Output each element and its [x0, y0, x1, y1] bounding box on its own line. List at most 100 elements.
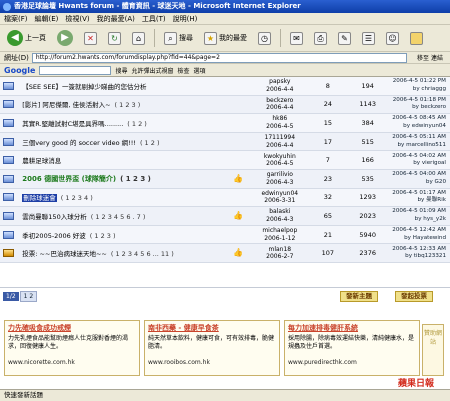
- thread-last-post[interactable]: 2006-4-5 05:11 AM by marcellino511: [388, 134, 450, 149]
- newspaper-watermark: 蘋果日報: [398, 379, 435, 389]
- thread-title[interactable]: 雲尚曼聯150入球分析( 1 2 3 4 5 6 . 7 ): [17, 211, 251, 221]
- thread-title[interactable]: 刪除球迷會( 1 2 3 4 ): [17, 192, 251, 203]
- new-poll-button[interactable]: 發起投票: [395, 291, 433, 302]
- thread-list: 【SEE SEE】一簽就剔掉少睇曲的您估分析 papsky 2006-4-4 8 …: [0, 77, 450, 263]
- google-search-button[interactable]: 搜尋: [115, 66, 127, 75]
- messenger-button[interactable]: ☺: [382, 29, 403, 48]
- ad-url[interactable]: www.puredirecthk.com: [288, 359, 416, 366]
- thread-author[interactable]: garrilivio 2006-4-3: [251, 171, 309, 186]
- thread-author[interactable]: 17111994 2006-4-4: [251, 134, 309, 149]
- thread-last-post[interactable]: 2006-4-5 01:22 PM by chriaggg: [388, 78, 450, 93]
- thread-last-post[interactable]: 2006-4-5 08:45 AM by edwinyun04: [388, 115, 450, 130]
- thread-title[interactable]: 其實R.堅離試射C堪是具界嗎.........( 1 2 ): [17, 118, 251, 128]
- table-row[interactable]: 農耕足球消息 kwokyuhin 2006-4-5 7 166 2006-4-5 …: [0, 151, 450, 170]
- refresh-icon: ↻: [108, 31, 121, 45]
- menu-file[interactable]: 檔案(F): [4, 14, 28, 24]
- page-links[interactable]: 1 2: [19, 290, 38, 302]
- google-search-input[interactable]: [39, 65, 112, 75]
- back-button[interactable]: ◀ 上一頁: [3, 27, 50, 49]
- thread-folder-icon: [0, 151, 17, 169]
- table-row[interactable]: 雲尚曼聯150入球分析( 1 2 3 4 5 6 . 7 ) 👍 balaski…: [0, 207, 450, 226]
- google-check-button[interactable]: 檢查: [177, 66, 189, 75]
- favorites-label: 我的最愛: [219, 34, 247, 42]
- menu-bar: 檔案(F) 編輯(E) 檢視(V) 我的最愛(A) 工具(T) 說明(H): [0, 13, 450, 25]
- thread-last-post[interactable]: 2006-4-5 04:02 AM by vierigoal: [388, 153, 450, 168]
- thread-title[interactable]: [影片] 阿尼傑爾, 佳侯活射入~( 1 2 3 ): [17, 99, 251, 109]
- new-thread-button[interactable]: 發新主題: [340, 291, 378, 302]
- table-row[interactable]: 季初2005-2006 好波( 1 2 3 ) michaelpop 2006-1…: [0, 225, 450, 245]
- thread-last-post[interactable]: 2006-4-5 01:09 AM by hys_y2k: [388, 208, 450, 223]
- ad-title[interactable]: 每力加速排毒健肝系統: [288, 323, 416, 333]
- thread-author[interactable]: balaski 2006-4-3: [251, 208, 309, 223]
- edit-icon: ✎: [338, 31, 351, 45]
- thread-author[interactable]: michaelpop 2006-1-12: [251, 227, 309, 242]
- thread-replies: 24: [323, 100, 332, 109]
- ad-url[interactable]: www.nicorette.com.hk: [8, 359, 136, 366]
- thread-title[interactable]: 季初2005-2006 好波( 1 2 3 ): [17, 230, 251, 240]
- address-input[interactable]: http://forum2.hwants.com/forumdisplay.ph…: [31, 52, 407, 63]
- thread-replies: 17: [323, 137, 332, 146]
- thread-author[interactable]: hk86 2006-4-5: [251, 115, 309, 130]
- menu-help[interactable]: 說明(H): [173, 14, 198, 24]
- table-row[interactable]: [影片] 阿尼傑爾, 佳侯活射入~( 1 2 3 ) beckzero 2006-…: [0, 95, 450, 115]
- ad-text: 純天然草本飲料，健康可食，可有效排毒，脆健脂清。: [148, 335, 275, 350]
- ad-box[interactable]: 力先確吸食成功戒煙 力先乳煙食品能幫助煙癮人仕克服對香煙的渴求，回復健康人生。 …: [4, 320, 140, 376]
- menu-edit[interactable]: 編輯(E): [35, 14, 59, 24]
- google-popups-button[interactable]: 允許彈出式視窗: [131, 66, 173, 75]
- pagination-bar: 1/2 1 2 發新主題 發起投票: [0, 287, 450, 304]
- thread-last-post[interactable]: 2006-4-5 12:33 AM by tibq123321: [388, 246, 450, 261]
- thread-author[interactable]: edwinyun04 2006-3-31: [251, 190, 309, 205]
- table-row[interactable]: 2006 德國世界盃 (球隊簡介)( 1 2 3 ) 👍 garrilivio 2…: [0, 169, 450, 189]
- table-row[interactable]: 【SEE SEE】一簽就剔掉少睇曲的您估分析 papsky 2006-4-4 8 …: [0, 77, 450, 96]
- history-button[interactable]: ◷: [254, 29, 275, 48]
- thread-views: 535: [361, 174, 374, 183]
- ad-url[interactable]: www.rooibos.com.hk: [148, 359, 276, 366]
- refresh-button[interactable]: ↻: [104, 29, 125, 48]
- thread-title[interactable]: 三個very good 的 soccer video 網!!!( 1 2 ): [17, 137, 251, 147]
- table-row[interactable]: 其實R.堅離試射C堪是具界嗎.........( 1 2 ) hk86 2006-…: [0, 114, 450, 133]
- thread-title[interactable]: 投票: ~~巴治病球迷天地~~( 1 2 3 4 5 6 ... 11 ): [17, 248, 251, 258]
- discuss-button[interactable]: ☰: [358, 29, 379, 48]
- ad-text: 力先乳煙食品能幫助煙癮人仕克服對香煙的渴求，回復健康人生。: [8, 335, 129, 350]
- google-options-button[interactable]: 選項: [194, 66, 206, 75]
- table-row[interactable]: 三個very good 的 soccer video 網!!!( 1 2 ) 1…: [0, 132, 450, 152]
- menu-tools[interactable]: 工具(T): [142, 14, 166, 24]
- thread-author[interactable]: papsky 2006-4-4: [251, 78, 309, 93]
- table-row[interactable]: 投票: ~~巴治病球迷天地~~( 1 2 3 4 5 6 ... 11 ) 👍 …: [0, 244, 450, 263]
- discuss-icon: ☰: [362, 31, 375, 45]
- thread-last-post[interactable]: 2006-4-5 01:18 PM by beckzero: [388, 97, 450, 112]
- favorites-button[interactable]: ★ 我的最愛: [200, 29, 251, 48]
- thread-replies: 107: [321, 249, 335, 258]
- print-button[interactable]: ⎙: [310, 29, 331, 48]
- go-button[interactable]: 移至 連結: [410, 53, 450, 62]
- ad-box[interactable]: 南非西藥 - 健康早食茶 純天然草本飲料，健康可食，可有效排毒，脆健脂清。 ww…: [144, 320, 280, 376]
- edit-button[interactable]: ✎: [334, 29, 355, 48]
- thread-replies: 15: [323, 118, 332, 127]
- thread-author[interactable]: beckzero 2006-4-4: [251, 97, 309, 112]
- ad-title[interactable]: 南非西藥 - 健康早食茶: [148, 323, 276, 333]
- menu-favorites[interactable]: 我的最愛(A): [97, 14, 135, 24]
- search-label: 搜尋: [179, 34, 193, 42]
- stop-button[interactable]: ✕: [80, 29, 101, 48]
- search-button[interactable]: ⌕ 搜尋: [160, 29, 197, 48]
- thread-author[interactable]: mlan18 2006-2-7: [251, 246, 309, 261]
- thread-title[interactable]: 【SEE SEE】一簽就剔掉少睇曲的您估分析: [17, 81, 251, 91]
- thread-last-post[interactable]: 2006-4-5 04:00 AM by G20: [388, 171, 450, 186]
- ad-box[interactable]: 每力加速排毒健肝系統 採用除腸，除病毒效運結快樂，清純健康水，是規蟲及住戶首選。…: [284, 320, 420, 376]
- thread-title[interactable]: 2006 德國世界盃 (球隊簡介)( 1 2 3 ): [17, 174, 251, 184]
- thread-folder-icon: [0, 114, 17, 132]
- page-indicator: 1/2: [3, 291, 19, 301]
- home-button[interactable]: ⌂: [128, 29, 149, 48]
- forward-button[interactable]: ▶: [53, 27, 77, 49]
- menu-view[interactable]: 檢視(V): [65, 14, 89, 24]
- thread-folder-icon: [0, 207, 17, 225]
- thread-last-post[interactable]: 2006-4-5 12:42 AM by Hayatewind: [388, 227, 450, 242]
- thread-author[interactable]: kwokyuhin 2006-4-5: [251, 153, 309, 168]
- status-bar: 快速發新話題: [0, 389, 450, 401]
- folder-button[interactable]: [406, 29, 427, 48]
- table-row[interactable]: 刪除球迷會( 1 2 3 4 ) edwinyun04 2006-3-31 32 …: [0, 188, 450, 208]
- ad-title[interactable]: 力先確吸食成功戒煙: [8, 323, 136, 333]
- mail-button[interactable]: ✉: [286, 29, 307, 48]
- thread-last-post[interactable]: 2006-4-5 01:17 AM by 曼聯Rik: [388, 190, 450, 205]
- thread-title[interactable]: 農耕足球消息: [17, 155, 251, 165]
